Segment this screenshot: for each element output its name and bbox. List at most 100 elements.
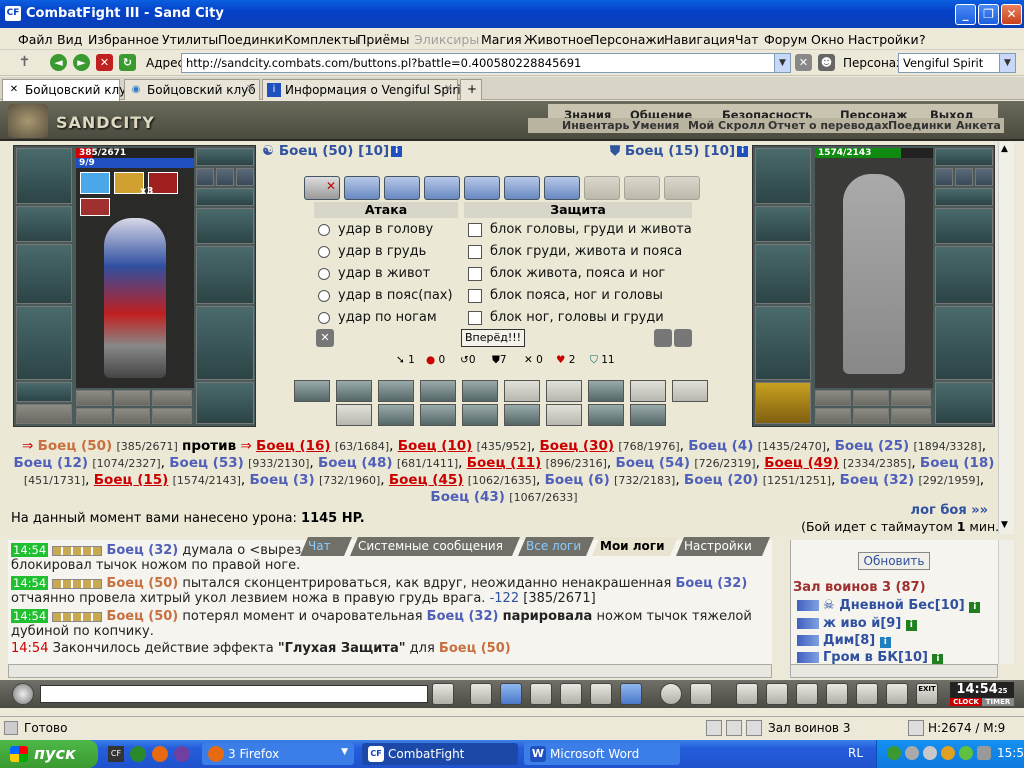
helmet-slot[interactable] [755,148,811,204]
room-hscrollbar[interactable] [790,664,998,678]
helmet-slot[interactable] [16,148,72,204]
defense-option[interactable]: блок пояса, ног и головы [468,288,663,303]
tray-icon[interactable] [887,746,901,760]
enemy-name[interactable]: Боец (49) [764,455,839,471]
people-icon[interactable]: ☻ [818,54,835,71]
scroll-slot[interactable] [424,176,460,200]
menu-navigation[interactable]: Навигация [664,32,735,47]
info-icon[interactable]: i [905,620,917,631]
task-firefox[interactable]: 3 Firefox ▼ [202,743,354,765]
skill-slot[interactable] [672,380,708,402]
skill-slot[interactable] [336,404,372,426]
chart-icon[interactable] [620,683,642,705]
enemy-name[interactable]: Боец (45) [389,472,464,488]
menu-view[interactable]: Вид [57,32,82,47]
save-icon[interactable] [530,683,552,705]
page-icon[interactable] [726,720,742,736]
scroll-slot[interactable] [344,176,380,200]
tab-chat[interactable]: Чат [300,537,352,556]
volume-icon[interactable] [977,746,991,760]
effect-icon[interactable] [80,172,110,194]
right-fighter-name[interactable]: Боец (15) [10] [625,143,735,159]
task-word[interactable]: W Microsoft Word [524,743,680,765]
close-button[interactable]: ✕ [1001,4,1022,25]
defense-option[interactable]: блок живота, пояса и ног [468,266,665,281]
radio-button[interactable] [318,223,330,236]
shield-cross-icon[interactable]: ✕ [316,329,334,347]
tab-settings[interactable]: Настройки [676,537,770,556]
smiley-menu-icon[interactable] [12,683,34,705]
clear-url-icon[interactable]: ✕ [795,54,812,71]
leggings-slot[interactable] [196,306,254,380]
chat-hscrollbar[interactable] [8,664,772,678]
effect-icon[interactable] [80,198,110,216]
skill-slot[interactable] [630,404,666,426]
flag-icon[interactable] [886,683,908,705]
menu-forum[interactable]: Форум [764,32,807,47]
weapon-slot[interactable] [16,244,72,304]
menu-settings[interactable]: Настройки [848,32,919,47]
url-dropdown-icon[interactable]: ▼ [774,54,790,72]
shield-icon[interactable] [654,329,672,347]
armor-slot[interactable] [755,306,811,380]
menu-magic[interactable]: Магия [481,32,522,47]
zoom-icon[interactable] [908,720,924,736]
shield-slot[interactable] [935,246,993,304]
menu-favorites[interactable]: Избранное [88,32,159,47]
go-button[interactable]: Вперёд!!! [461,329,525,347]
tab-system-messages[interactable]: Системные сообщения [350,537,520,556]
tab-fight-club-1[interactable]: ✕ Бойцовский клуб [2,79,134,101]
gloves-slot[interactable] [935,208,993,244]
ring-slot[interactable] [975,168,993,186]
close-icon[interactable]: ✕ [7,83,21,97]
fighter-name[interactable]: Боец (32) [106,543,178,558]
close-icon[interactable]: ✕ [444,82,453,95]
left-fighter-name[interactable]: Боец (50) [10] [279,143,389,159]
weapon-slot[interactable] [755,244,811,304]
menu-characters[interactable]: Персонажи [590,32,665,47]
nav-transfers[interactable]: Отчет о переводах [768,119,889,132]
menu-battles[interactable]: Поединки [218,32,283,47]
enemy-name[interactable]: Боец (25) [835,438,910,454]
scroll-slot[interactable] [504,176,540,200]
stop-icon[interactable]: ✕ [96,54,113,71]
defense-option[interactable]: блок груди, живота и пояса [468,244,682,259]
skill-slot[interactable] [462,380,498,402]
boots-slot[interactable] [935,382,993,424]
skill-slot[interactable] [588,404,624,426]
pocket-slot[interactable] [16,404,72,424]
clock-icon[interactable] [706,720,722,736]
ring-slot[interactable] [955,168,973,186]
checkbox[interactable] [468,244,482,259]
tray-icon[interactable] [959,746,973,760]
nav-profile[interactable]: Анкета [956,119,1001,132]
minimize-button[interactable]: _ [955,4,976,25]
helmet-icon[interactable] [690,683,712,705]
enemy-name[interactable]: Боец (16) [256,438,331,454]
character-dropdown-icon[interactable]: ▼ [999,54,1015,72]
menu-utilities[interactable]: Утилиты [162,32,218,47]
enemy-name[interactable]: Боец (43) [430,489,505,505]
room-vscrollbar[interactable] [998,540,1014,664]
skill-slot[interactable] [588,380,624,402]
info-icon[interactable]: i [737,145,749,157]
pocket-slot[interactable] [853,390,889,406]
fighter-name[interactable]: Боец (32) [675,576,747,591]
pocket-slot[interactable] [76,390,112,406]
sword-icon[interactable] [826,683,848,705]
radio-button[interactable] [318,267,330,280]
scroll-up-icon[interactable]: ▲ [1001,144,1008,154]
menu-techniques[interactable]: Приёмы [357,32,409,47]
scroll-slot[interactable] [384,176,420,200]
enemy-name[interactable]: Боец (30) [540,438,615,454]
settings-icon[interactable] [796,683,818,705]
room-user[interactable]: Гром в БК[10] i [797,650,944,665]
scroll-slot[interactable] [664,176,700,200]
scroll-slot[interactable] [584,176,620,200]
fighter-name[interactable]: Боец (50) [106,609,178,624]
eraser-icon[interactable] [470,683,492,705]
user-name[interactable]: Дневной Бес[10] [839,598,965,613]
pocket-slot[interactable] [114,390,150,406]
new-tab-button[interactable]: + [460,79,482,100]
nav-inventory[interactable]: Инвентарь [562,119,629,132]
